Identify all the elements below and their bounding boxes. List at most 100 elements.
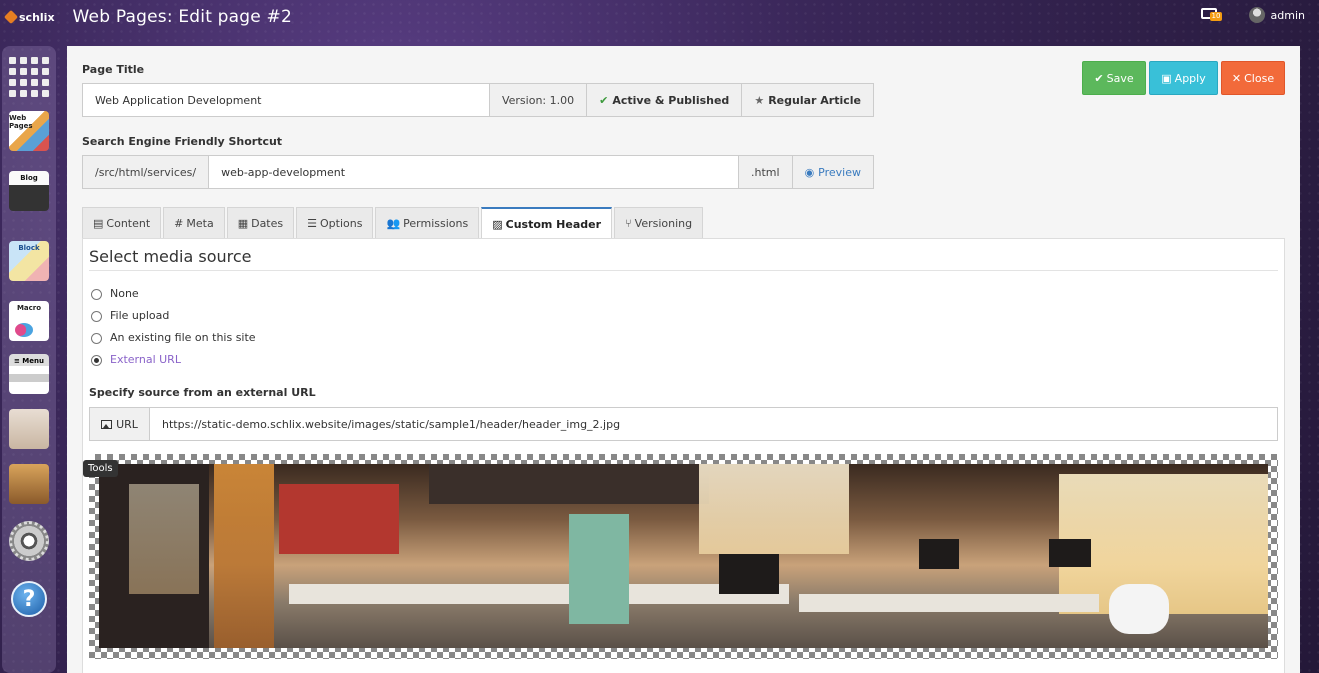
calendar-icon: ▦ xyxy=(237,217,249,230)
radio-external-url[interactable] xyxy=(91,355,102,366)
article-type-button[interactable]: ★ Regular Article xyxy=(742,84,873,116)
topbar-right: 10 admin xyxy=(1200,6,1305,24)
page-title-input[interactable]: Web Application Development xyxy=(83,84,490,116)
toolbox-icon xyxy=(9,464,49,504)
dock-item-apps[interactable] xyxy=(6,54,52,100)
option-external-url[interactable]: External URL xyxy=(91,348,256,370)
dock-item-users[interactable] xyxy=(6,406,52,452)
option-label: An existing file on this site xyxy=(110,330,256,344)
dock-label-macro: Macro xyxy=(16,304,42,312)
status-button[interactable]: ✔ Active & Published xyxy=(587,84,743,116)
block-icon: Block xyxy=(9,241,49,281)
dock-label-web-pages: Web Pages xyxy=(9,114,33,130)
tab-label: Dates xyxy=(251,217,284,230)
apply-label: Apply xyxy=(1174,71,1206,85)
tab-label: Content xyxy=(106,217,151,230)
brand-name: schlix xyxy=(19,10,55,24)
sef-group: /src/html/services/ web-app-development … xyxy=(82,155,874,189)
tab-content[interactable]: ▤ Content xyxy=(82,207,162,239)
tab-label: Meta xyxy=(186,217,214,230)
hash-icon: # xyxy=(174,217,184,230)
url-input[interactable]: https://static-demo.schlix.website/image… xyxy=(150,408,1277,440)
tab-label: Permissions xyxy=(403,217,469,230)
radio-existing-file[interactable] xyxy=(91,333,102,344)
dock-item-menu[interactable]: ≡ Menu xyxy=(6,351,52,397)
dock-item-tools[interactable] xyxy=(6,461,52,507)
top-bar: schlix Web Pages: Edit page #2 10 admin xyxy=(0,0,1319,34)
tab-dates[interactable]: ▦ Dates xyxy=(226,207,295,239)
file-icon: ▤ xyxy=(93,217,104,230)
dock-item-settings[interactable] xyxy=(6,518,52,564)
tab-permissions[interactable]: 👥 Permissions xyxy=(375,207,480,239)
save-button[interactable]: ✔ Save xyxy=(1082,61,1146,95)
dock-item-macro[interactable]: Macro xyxy=(6,298,52,344)
apps-grid-icon xyxy=(9,57,49,97)
close-label: Close xyxy=(1244,71,1275,85)
dock-label-menu: ≡ Menu xyxy=(14,357,44,365)
radio-none[interactable] xyxy=(91,289,102,300)
url-label: Specify source from an external URL xyxy=(89,386,316,399)
dock-item-block[interactable]: Block xyxy=(6,238,52,284)
users-icon: 👥 xyxy=(386,217,401,230)
notification-badge: 10 xyxy=(1209,12,1223,21)
tab-custom-header[interactable]: ▨ Custom Header xyxy=(481,207,613,240)
action-buttons: ✔ Save ▣ Apply ✕ Close xyxy=(1082,61,1285,95)
tab-label: Custom Header xyxy=(505,218,602,231)
users-icon xyxy=(9,409,49,449)
dock-item-blog[interactable]: Blog xyxy=(6,168,52,214)
option-file-upload[interactable]: File upload xyxy=(91,304,256,326)
url-addon: URL xyxy=(90,408,150,440)
branch-icon: ⑂ xyxy=(625,217,632,230)
option-none[interactable]: None xyxy=(91,282,256,304)
schlix-logo-icon xyxy=(3,9,19,25)
image-icon xyxy=(101,419,113,429)
dock-item-web-pages[interactable]: Web Pages xyxy=(6,108,52,154)
web-pages-icon: Web Pages xyxy=(9,111,49,151)
check-icon: ✔ xyxy=(1094,71,1104,85)
dock-label-block: Block xyxy=(18,244,40,252)
preview-label: Preview xyxy=(818,165,861,179)
sef-suffix: .html xyxy=(739,156,793,188)
eye-icon: ◉ xyxy=(804,165,815,179)
close-icon: ✕ xyxy=(1231,71,1242,85)
image-icon: ▨ xyxy=(492,218,503,231)
version-label: Version: 1.00 xyxy=(489,84,588,116)
blog-icon: Blog xyxy=(9,171,49,211)
article-type-label: Regular Article xyxy=(768,93,861,107)
tools-button[interactable]: Tools xyxy=(83,460,118,477)
header-image[interactable] xyxy=(99,464,1268,648)
option-label: None xyxy=(110,286,139,300)
dock-item-help[interactable]: ? xyxy=(6,576,52,622)
url-group: URL https://static-demo.schlix.website/i… xyxy=(89,407,1278,441)
tab-bar: ▤ Content # Meta ▦ Dates ☰ Options 👥 Permissi… xyxy=(82,207,704,240)
radio-file-upload[interactable] xyxy=(91,311,102,322)
tab-versioning[interactable]: ⑂ Versioning xyxy=(614,207,704,239)
notifications-button[interactable]: 10 xyxy=(1200,6,1223,24)
user-menu[interactable]: admin xyxy=(1248,7,1305,23)
option-label: File upload xyxy=(110,308,170,322)
tab-meta[interactable]: # Meta xyxy=(163,207,225,239)
star-icon: ★ xyxy=(754,93,765,107)
sef-label: Search Engine Friendly Shortcut xyxy=(82,135,283,148)
edit-page-panel: Page Title Web Application Development V… xyxy=(67,46,1300,673)
page-title-label: Page Title xyxy=(82,63,145,76)
option-label: External URL xyxy=(110,352,181,366)
sef-input[interactable]: web-app-development xyxy=(209,156,739,188)
sef-prefix: /src/html/services/ xyxy=(83,156,210,188)
tab-label: Versioning xyxy=(634,217,693,230)
gear-icon xyxy=(9,521,49,561)
apply-button[interactable]: ▣ Apply xyxy=(1149,61,1218,95)
app-dock: Web Pages Blog Block Macro ≡ Menu ? xyxy=(2,46,56,673)
page-title-group: Web Application Development Version: 1.0… xyxy=(82,83,874,117)
header-image-preview: Tools xyxy=(83,454,1278,659)
custom-header-pane: Select media source None File upload An … xyxy=(82,238,1285,673)
macro-icon: Macro xyxy=(9,301,49,341)
brand-logo[interactable]: schlix xyxy=(3,9,55,25)
save-label: Save xyxy=(1106,71,1134,85)
check-icon: ✔ xyxy=(599,93,609,107)
tab-options[interactable]: ☰ Options xyxy=(296,207,374,239)
option-existing-file[interactable]: An existing file on this site xyxy=(91,326,256,348)
tab-label: Options xyxy=(320,217,363,230)
preview-button[interactable]: ◉ Preview xyxy=(792,156,873,188)
close-button[interactable]: ✕ Close xyxy=(1221,61,1285,95)
